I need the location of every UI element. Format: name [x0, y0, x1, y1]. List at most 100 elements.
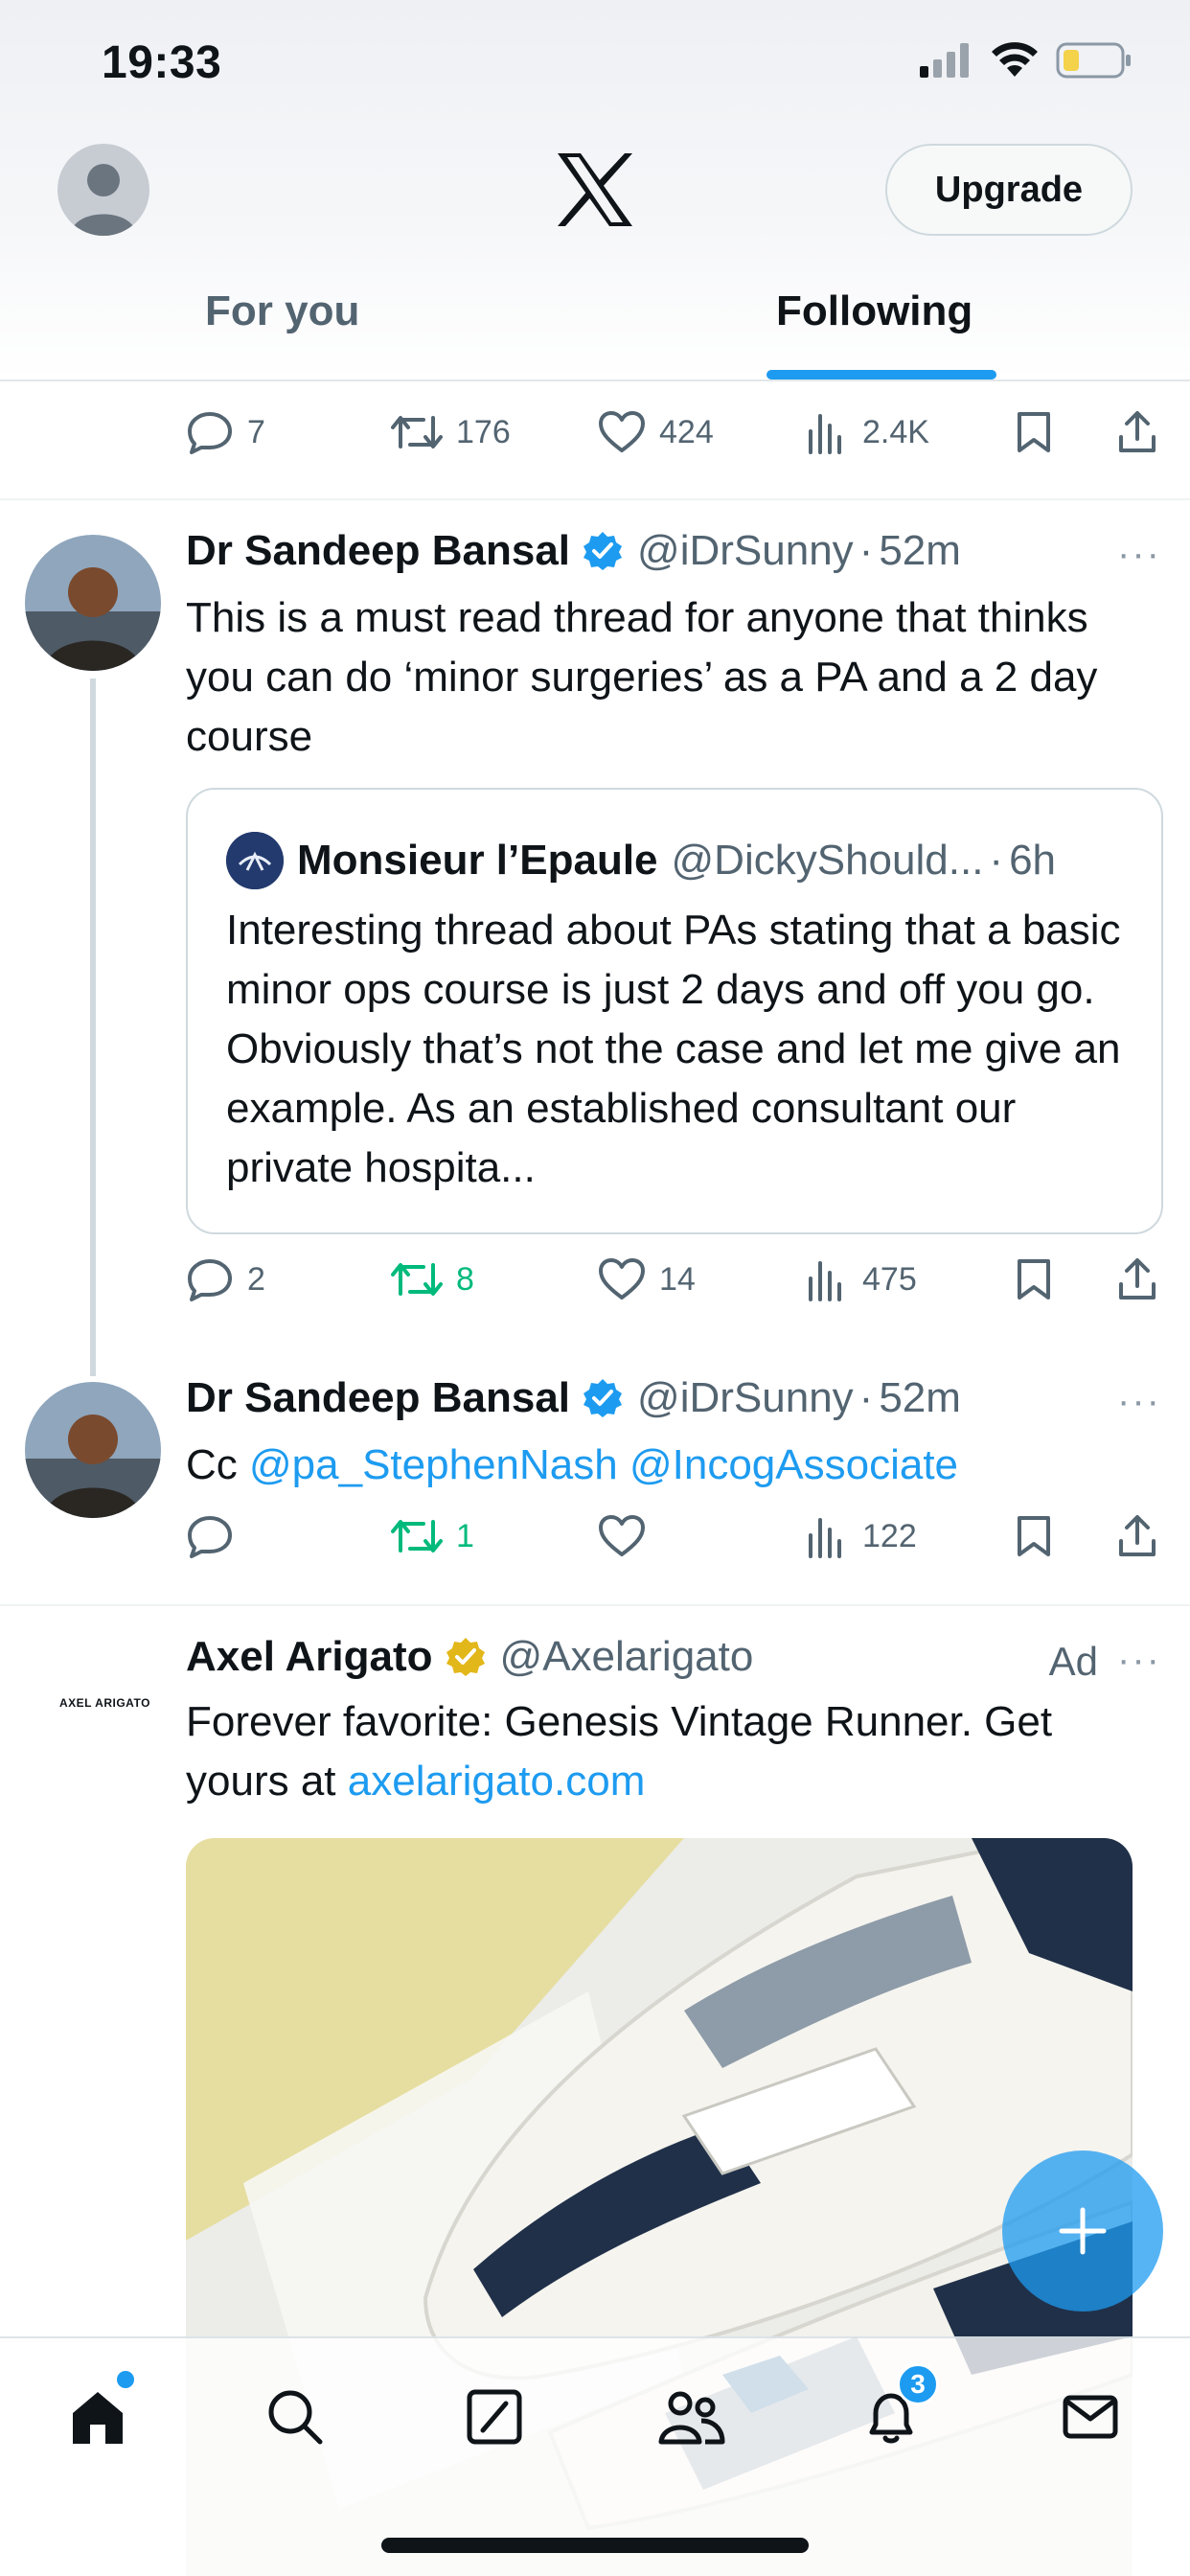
more-options-icon[interactable]: ··· [1117, 533, 1161, 576]
mention-link[interactable]: @pa_StephenNash [249, 1441, 618, 1488]
views-count: 475 [862, 1260, 917, 1298]
quoted-tweet-time: 6h [1009, 837, 1057, 884]
share-button[interactable] [1117, 1257, 1157, 1301]
author-name[interactable]: Dr Sandeep Bansal [186, 1374, 570, 1422]
nav-notifications[interactable]: 3 [851, 2363, 939, 2457]
tweet-text-prefix: Cc [186, 1441, 249, 1488]
app-header: 19:33 Upgrade For you Following [0, 0, 1190, 381]
ad-brand-logo[interactable]: AXEL ARIGATO [59, 1696, 150, 1710]
like-button[interactable]: 14 [598, 1257, 696, 1301]
tweet-header: Dr Sandeep Bansal @iDrSunny · 52m [186, 1374, 961, 1422]
compose-post-button[interactable] [1002, 2150, 1163, 2312]
grok-icon [467, 2389, 522, 2445]
tab-following[interactable]: Following [776, 288, 973, 335]
tweet-author-avatar[interactable] [25, 1382, 161, 1518]
tweet-actions: 2 8 14 475 [0, 1257, 1190, 1315]
heart-icon [599, 411, 645, 452]
repost-button[interactable]: 176 [391, 410, 511, 454]
tweet-author-avatar[interactable] [25, 535, 161, 671]
share-icon [1119, 1515, 1156, 1556]
like-button[interactable]: 424 [598, 410, 714, 454]
repost-count: 1 [456, 1517, 474, 1554]
default-avatar-icon [71, 164, 136, 236]
reply-icon [188, 412, 232, 454]
active-tab-indicator [767, 370, 996, 380]
bookmark-button[interactable] [1016, 1257, 1052, 1301]
author-name[interactable]: Dr Sandeep Bansal [186, 527, 570, 575]
repost-button[interactable]: 1 [391, 1514, 474, 1558]
status-icons [920, 42, 1133, 79]
tweet-time[interactable]: 52m [879, 1374, 961, 1422]
tweet-actions-prev: 7 176 424 2.4K [0, 410, 1190, 468]
tab-for-you[interactable]: For you [205, 288, 359, 335]
author-handle[interactable]: @iDrSunny [637, 1374, 854, 1422]
nav-search[interactable] [255, 2377, 335, 2457]
repost-count: 176 [456, 413, 511, 450]
reply-button[interactable] [186, 1514, 247, 1558]
like-button[interactable] [598, 1514, 659, 1558]
communities-icon [658, 2391, 725, 2445]
like-count: 14 [659, 1260, 696, 1298]
views-button[interactable]: 2.4K [807, 410, 929, 454]
ad-author-name[interactable]: Axel Arigato [186, 1633, 433, 1681]
cellular-signal-icon [920, 43, 969, 78]
views-button[interactable]: 122 [807, 1514, 917, 1558]
more-options-icon[interactable]: ··· [1117, 1639, 1161, 1682]
wifi-icon [992, 42, 1038, 77]
nav-grok[interactable] [454, 2377, 535, 2457]
verified-badge-icon [584, 532, 623, 570]
like-count: 424 [659, 413, 714, 450]
reply-button[interactable]: 2 [186, 1257, 265, 1301]
bookmark-icon [1018, 412, 1050, 452]
author-photo [25, 1382, 161, 1518]
upgrade-button[interactable]: Upgrade [885, 144, 1133, 236]
quoted-tweet[interactable]: Monsieur l’Epaule @DickyShould... · 6h I… [186, 788, 1163, 1234]
share-icon [1119, 411, 1156, 452]
nav-home[interactable] [57, 2371, 138, 2457]
ad-text: Forever favorite: Genesis Vintage Runner… [186, 1692, 1163, 1811]
more-options-icon[interactable]: ··· [1117, 1380, 1161, 1423]
nav-messages[interactable] [1050, 2377, 1131, 2457]
plus-icon [1059, 2207, 1107, 2255]
quoted-author-name: Monsieur l’Epaule [297, 837, 658, 884]
reply-icon [188, 1259, 232, 1301]
views-chart-icon [809, 1261, 841, 1301]
share-button[interactable] [1117, 410, 1157, 454]
bookmark-button[interactable] [1016, 410, 1052, 454]
repost-icon [391, 1263, 443, 1296]
ad-author-handle[interactable]: @Axelarigato [500, 1633, 754, 1681]
status-time: 19:33 [102, 37, 222, 88]
bookmark-button[interactable] [1016, 1514, 1052, 1558]
quoted-tweet-header: Monsieur l’Epaule @DickyShould... · 6h [226, 832, 1056, 889]
share-button[interactable] [1117, 1514, 1157, 1558]
author-photo [25, 535, 161, 671]
status-bar: 19:33 [0, 0, 1190, 134]
views-button[interactable]: 475 [807, 1257, 917, 1301]
author-handle[interactable]: @iDrSunny [637, 527, 854, 575]
nav-communities[interactable] [652, 2377, 732, 2457]
tweet-text: Cc @pa_StephenNash @IncogAssociate [186, 1436, 1163, 1495]
home-icon [73, 2392, 123, 2444]
ad-link[interactable]: axelarigato.com [348, 1758, 646, 1805]
mention-link[interactable]: @IncogAssociate [629, 1441, 958, 1488]
views-chart-icon [809, 414, 841, 454]
profile-avatar-button[interactable] [57, 144, 149, 236]
repost-count: 8 [456, 1260, 474, 1298]
home-indicator-bar [381, 2538, 809, 2553]
battery-icon [1056, 42, 1131, 79]
separator-dot: · [858, 1374, 874, 1421]
tweet-header: Dr Sandeep Bansal @iDrSunny · 52m [186, 527, 961, 575]
gold-verified-badge-icon [446, 1638, 485, 1676]
tweet-time[interactable]: 52m [879, 527, 961, 575]
home-new-posts-dot [117, 2371, 134, 2388]
quoted-author-handle: @DickyShould... [671, 837, 984, 884]
views-count: 122 [862, 1517, 917, 1554]
reply-button[interactable]: 7 [186, 410, 265, 454]
views-count: 2.4K [862, 413, 929, 450]
repost-icon [391, 416, 443, 448]
divider [0, 1604, 1190, 1606]
reply-count: 7 [247, 413, 265, 450]
heart-icon [599, 1515, 645, 1556]
repost-button[interactable]: 8 [391, 1257, 474, 1301]
quoted-author-photo [226, 832, 284, 889]
